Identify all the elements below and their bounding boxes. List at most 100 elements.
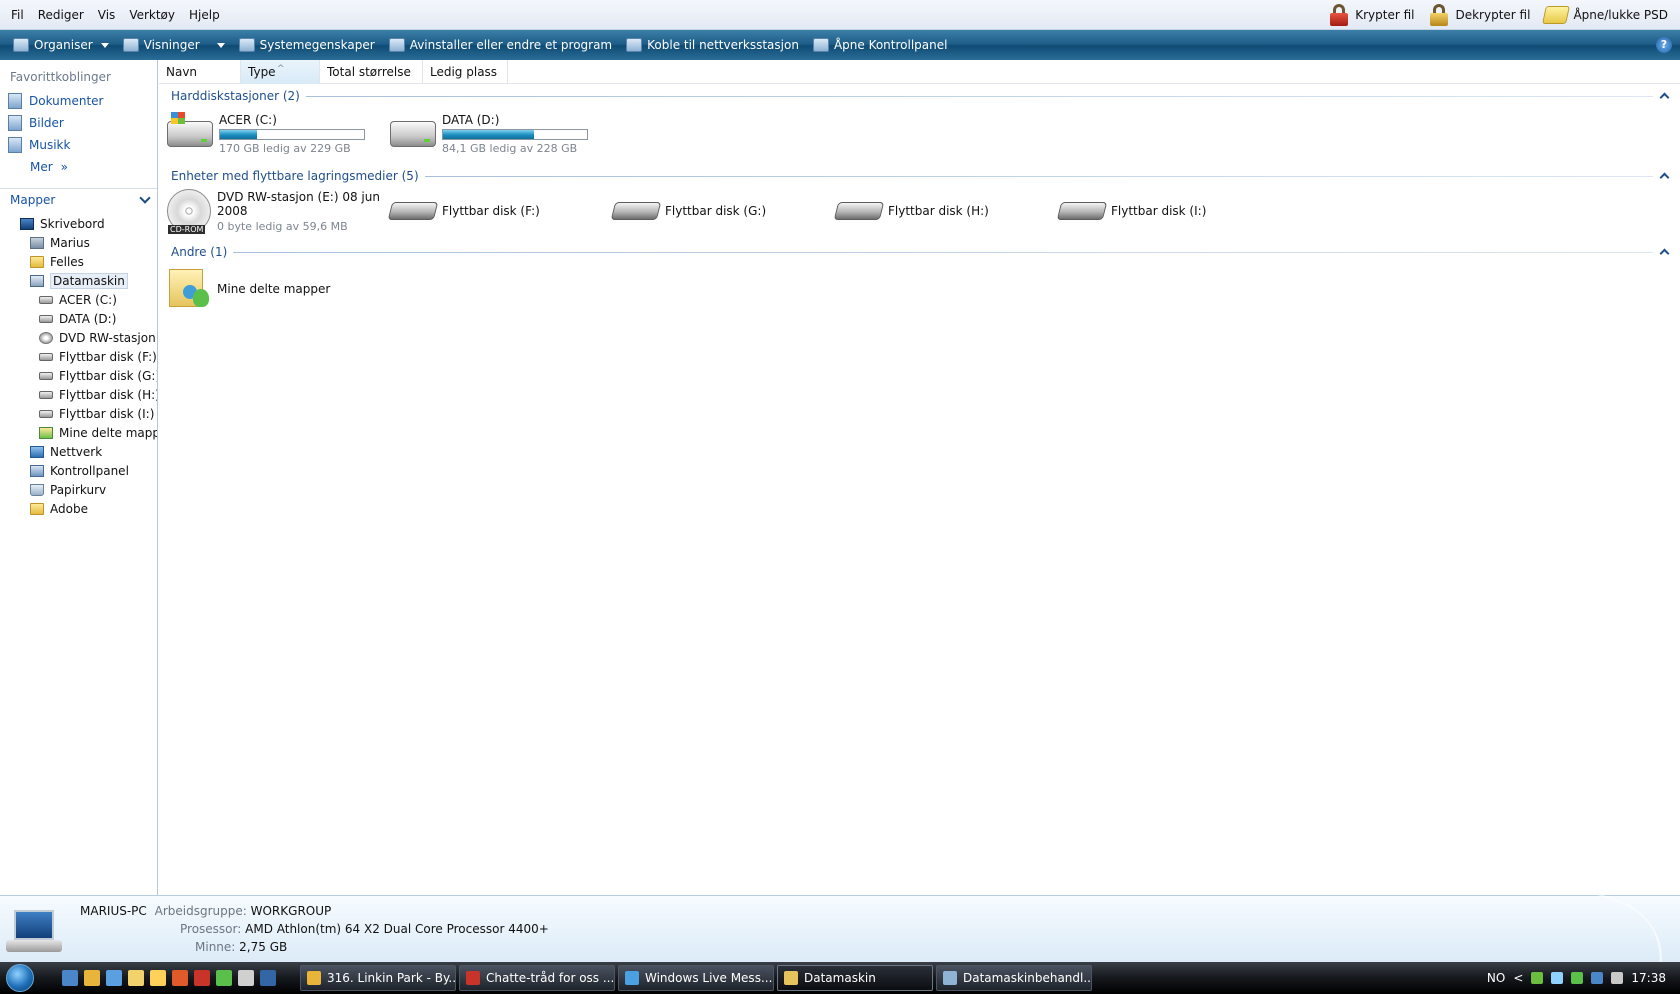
favorite-pictures[interactable]: Bilder [0,112,157,134]
drive-name: DVD RW-stasjon (E:) 08 jun [217,189,380,204]
drive-icon [39,295,53,304]
column-type[interactable]: Type ^ [241,60,320,84]
favorite-links-header: Favorittkoblinger [10,70,111,84]
quick-launch-icon[interactable] [84,970,100,986]
tree-item[interactable]: Mine delte mappe [0,423,157,442]
drive-tile-h[interactable]: Flyttbar disk (H:) [833,202,1059,220]
quick-launch-icon[interactable] [128,970,144,986]
chevron-up-icon[interactable] [1659,172,1670,183]
drive-free-space: 170 GB ledig av 229 GB [219,142,351,155]
taskbar-button[interactable]: Datamaskin [777,965,933,991]
share-icon [39,426,53,439]
tree-item[interactable]: DVD RW-stasjon ( [0,328,157,347]
taskbar-button[interactable]: 316. Linkin Park - By... [300,965,456,991]
signal-tray-icon[interactable] [1551,972,1564,984]
quick-launch-icon[interactable] [194,970,210,986]
tree-item[interactable]: Kontrollpanel [0,461,157,480]
quick-launch-icon[interactable] [238,970,254,986]
views-button[interactable]: Visninger [116,32,232,58]
system-properties-button[interactable]: Systemegenskaper [232,32,382,58]
checkmark-tray-icon[interactable] [1571,972,1584,984]
tree-item[interactable]: DATA (D:) [0,309,157,328]
quick-launch-icon[interactable] [260,970,276,986]
menu-view[interactable]: Vis [91,6,123,24]
favorite-music[interactable]: Musikk [0,134,157,156]
group-other-header[interactable]: Andre (1) [171,242,1670,262]
messenger-tray-icon[interactable] [1531,972,1544,984]
tree-item-label: Nettverk [50,444,103,459]
more-links[interactable]: Mer » [0,156,157,178]
taskbar-button[interactable]: Datamaskinbehandl... [936,965,1092,991]
column-free-space[interactable]: Ledig plass [423,60,508,84]
more-label: Mer [30,160,53,174]
tree-item[interactable]: Felles [0,252,157,271]
tree-item[interactable]: ACER (C:) [0,290,157,309]
tree-item[interactable]: Marius [0,233,157,252]
organize-label: Organiser [34,38,93,52]
quick-launch-icon[interactable] [62,970,78,986]
help-icon[interactable]: ? [1656,37,1672,53]
tree-item[interactable]: Adobe [0,499,157,518]
group-removable-header[interactable]: Enheter med flyttbare lagringsmedier (5) [171,166,1670,186]
tree-item[interactable]: Flyttbar disk (I:) [0,404,157,423]
clock[interactable]: 17:38 [1631,971,1666,985]
drive-free-space: 84,1 GB ledig av 228 GB [442,142,578,155]
desk-icon [20,217,34,230]
drive-tile-g[interactable]: Flyttbar disk (G:) [610,202,836,220]
taskbar-button[interactable]: Chatte-tråd for oss ... [459,965,615,991]
shared-folders-tile[interactable]: Mine delte mapper [167,267,390,311]
group-hard-disks-title: Harddiskstasjoner (2) [171,89,300,103]
menu-edit[interactable]: Rediger [31,6,91,24]
favorite-pictures-label: Bilder [29,116,64,130]
system-properties-label: Systemegenskaper [259,38,375,52]
network-tray-icon[interactable] [1591,972,1604,984]
open-control-panel-button[interactable]: Åpne Kontrollpanel [806,32,955,58]
drive-name: DATA (D:) [442,113,500,127]
show-hidden-icons-button[interactable]: < [1513,971,1523,985]
memory-label: Minne: [195,940,236,954]
column-total-size[interactable]: Total størrelse [320,60,423,84]
start-button[interactable] [0,962,40,994]
group-hard-disks-header[interactable]: Harddiskstasjoner (2) [171,86,1670,106]
tree-item[interactable]: Datamaskin [0,271,157,290]
decrypt-file-button[interactable]: Dekrypter fil [1428,3,1530,27]
encrypt-file-button[interactable]: Krypter fil [1328,3,1414,27]
chevron-up-icon[interactable] [1659,248,1670,259]
tree-item[interactable]: Flyttbar disk (H:) [0,385,157,404]
tree-item[interactable]: Nettverk [0,442,157,461]
map-network-drive-button[interactable]: Koble til nettverksstasjon [619,32,806,58]
drive-free-space: 0 byte ledig av 59,6 MB [217,219,348,233]
drive-tile-i[interactable]: Flyttbar disk (I:) [1056,202,1282,220]
quick-launch-icon[interactable] [150,970,166,986]
menu-tools[interactable]: Verktøy [122,6,182,24]
drive-name: Flyttbar disk (F:) [442,204,540,218]
quick-launch-icon[interactable] [106,970,122,986]
memory-value: 2,75 GB [239,940,288,954]
tree-item[interactable]: Skrivebord [0,214,157,233]
tree-item[interactable]: Flyttbar disk (G:) [0,366,157,385]
menu-help[interactable]: Hjelp [182,6,227,24]
organize-button[interactable]: Organiser [6,32,116,58]
volume-tray-icon[interactable] [1611,972,1624,984]
drive-tile-f[interactable]: Flyttbar disk (F:) [387,202,613,220]
task-app-icon [784,971,798,985]
column-name[interactable]: Navn [159,60,241,84]
chevron-up-icon[interactable] [1659,92,1670,103]
drive-tile-e[interactable]: CD-ROM DVD RW-stasjon (E:) 08 jun 2008 0… [167,189,390,234]
open-close-psd-button[interactable]: Åpne/lukke PSD [1542,6,1668,24]
drive-tile-c[interactable]: ACER (C:) 170 GB ledig av 229 GB [167,112,390,155]
encryption-tools: Krypter fil Dekrypter fil Åpne/lukke PSD [1328,3,1668,27]
taskbar-button[interactable]: Windows Live Mess... [618,965,774,991]
tree-item[interactable]: Papirkurv [0,480,157,499]
language-indicator[interactable]: NO [1487,971,1505,985]
quick-launch-icon[interactable] [216,970,232,986]
drive-tile-d[interactable]: DATA (D:) 84,1 GB ledig av 228 GB [390,113,613,155]
uninstall-program-button[interactable]: Avinstaller eller endre et program [382,32,619,58]
tree-item[interactable]: Flyttbar disk (F:) [0,347,157,366]
menu-bar: Fil Rediger Vis Verktøy Hjelp Krypter fi… [0,0,1680,30]
favorite-documents[interactable]: Dokumenter [0,90,157,112]
details-pane: MARIUS-PC Arbeidsgruppe: WORKGROUP Prose… [0,881,1680,979]
quick-launch-icon[interactable] [172,970,188,986]
menu-file[interactable]: Fil [4,6,31,24]
folders-header[interactable]: Mapper [0,188,157,210]
